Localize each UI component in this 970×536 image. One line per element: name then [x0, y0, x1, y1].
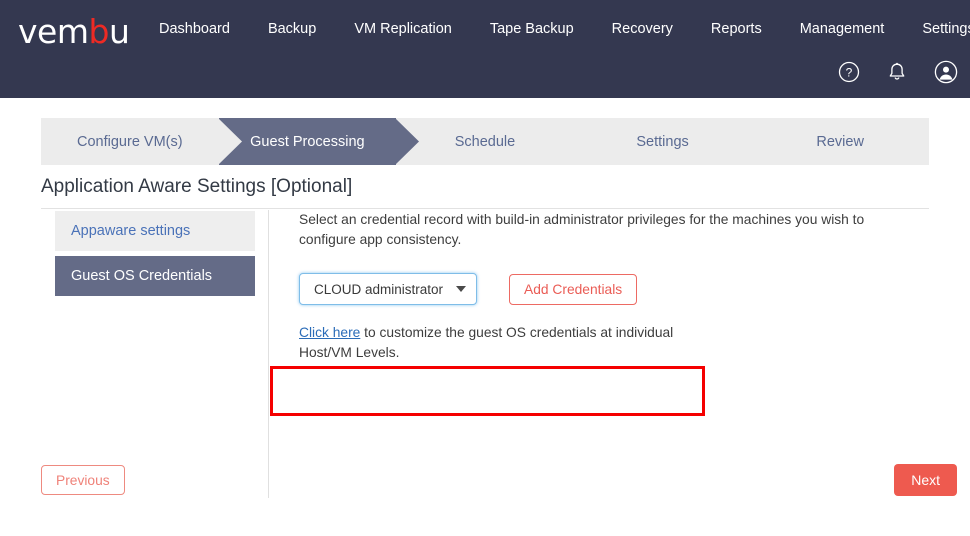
wizard-step-guest-processing[interactable]: Guest Processing [218, 118, 420, 165]
header-icon-group: ? [838, 60, 958, 84]
wizard-step-label: Review [816, 133, 864, 150]
wizard-step-review[interactable]: Review [751, 118, 929, 165]
sidebar-item-guest-os-credentials[interactable]: Guest OS Credentials [55, 256, 255, 296]
wizard-step-label: Settings [636, 133, 689, 150]
vembu-logo[interactable]: vembu [18, 12, 130, 51]
wizard-step-bar: Configure VM(s) Guest Processing Schedul… [41, 118, 929, 165]
notification-bell-icon[interactable] [887, 61, 907, 83]
logo-text-tail: u [108, 12, 130, 51]
chevron-separator-icon [217, 118, 242, 165]
customize-credentials-note: Click here to customize the guest OS cre… [299, 323, 699, 363]
logo-text-main: vem [18, 12, 89, 51]
nav-item-dashboard[interactable]: Dashboard [140, 17, 249, 41]
nav-item-settings[interactable]: Settings [903, 17, 970, 41]
main-nav: Dashboard Backup VM Replication Tape Bac… [140, 17, 970, 41]
logo-text-highlight: b [88, 12, 109, 51]
settings-sidebar: Appaware settings Guest OS Credentials [55, 211, 255, 301]
chevron-separator-icon [395, 118, 420, 165]
chevron-separator-icon [572, 118, 597, 165]
wizard-step-schedule[interactable]: Schedule [396, 118, 597, 165]
content-vertical-divider [268, 210, 269, 498]
sidebar-item-label: Guest OS Credentials [71, 268, 213, 284]
chevron-separator-icon [750, 118, 775, 165]
credential-select-wrapper: CLOUD administrator [299, 273, 477, 305]
nav-item-backup[interactable]: Backup [249, 17, 335, 41]
credential-select[interactable]: CLOUD administrator [299, 273, 477, 305]
annotation-highlight-box [270, 366, 705, 416]
nav-item-vm-replication[interactable]: VM Replication [335, 17, 471, 41]
wizard-step-label: Schedule [454, 133, 516, 150]
nav-item-recovery[interactable]: Recovery [593, 17, 692, 41]
wizard-step-label: Guest Processing [250, 133, 365, 150]
help-icon[interactable]: ? [838, 61, 860, 83]
main-content-panel: Select an credential record with build-i… [299, 210, 899, 360]
title-divider [41, 208, 929, 209]
wizard-step-label: Configure VM(s) [77, 133, 183, 150]
click-here-link[interactable]: Click here [299, 325, 360, 340]
next-button[interactable]: Next [894, 464, 957, 496]
top-navigation-bar: vembu Dashboard Backup VM Replication Ta… [0, 0, 970, 98]
sidebar-item-label: Appaware settings [71, 223, 191, 239]
add-credentials-button[interactable]: Add Credentials [509, 273, 638, 305]
wizard-step-configure-vms[interactable]: Configure VM(s) [41, 118, 242, 165]
nav-item-reports[interactable]: Reports [692, 17, 781, 41]
sidebar-item-appaware-settings[interactable]: Appaware settings [55, 211, 255, 251]
wizard-step-settings[interactable]: Settings [573, 118, 775, 165]
svg-text:?: ? [846, 66, 853, 80]
page-title: Application Aware Settings [Optional] [41, 176, 353, 197]
credential-control-row: CLOUD administrator Add Credentials [299, 273, 638, 305]
credential-description-text: Select an credential record with build-i… [299, 212, 865, 248]
previous-button[interactable]: Previous [41, 465, 125, 495]
nav-item-tape-backup[interactable]: Tape Backup [471, 17, 593, 41]
user-avatar-icon[interactable] [934, 60, 958, 84]
page-body: Configure VM(s) Guest Processing Schedul… [0, 98, 970, 536]
nav-item-management[interactable]: Management [781, 17, 904, 41]
